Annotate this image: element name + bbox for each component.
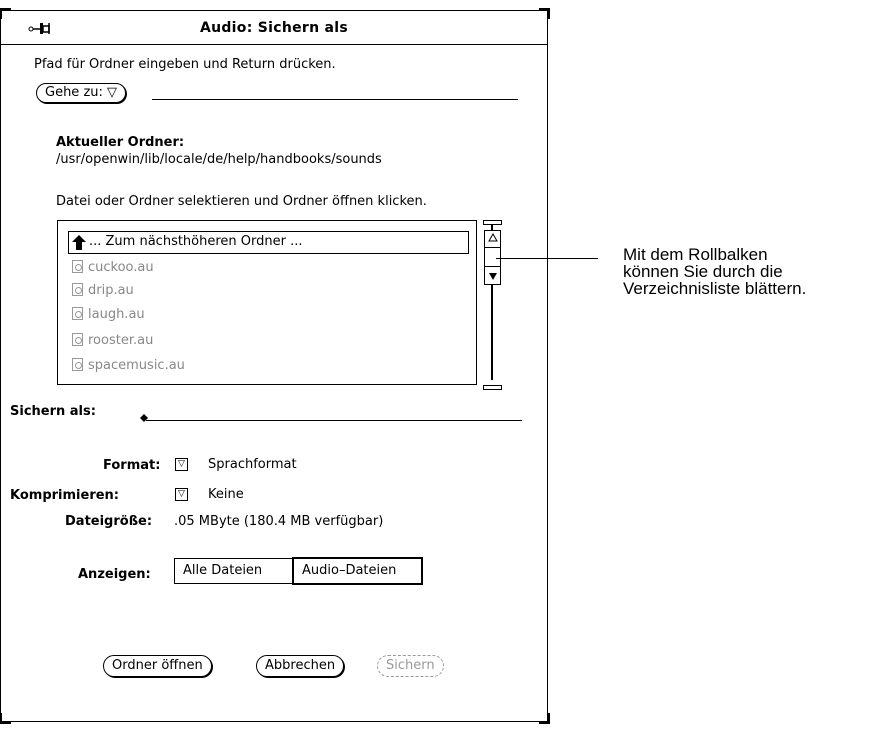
- list-item[interactable]: rooster.au: [72, 333, 153, 348]
- compress-menu-button[interactable]: ▽: [175, 488, 188, 501]
- save-as-input[interactable]: [146, 420, 522, 421]
- compress-value: Keine: [208, 487, 244, 502]
- window-corner-br: [539, 713, 550, 724]
- audio-file-icon: [72, 333, 83, 346]
- callout-leader-line: [496, 258, 598, 259]
- file-name: cuckoo.au: [88, 260, 154, 275]
- current-folder-label: Aktueller Ordner:: [56, 135, 185, 150]
- compress-label: Komprimieren:: [10, 488, 119, 503]
- window-title: Audio: Sichern als: [199, 20, 349, 36]
- list-item[interactable]: laugh.au: [72, 307, 145, 322]
- callout-line: Verzeichnisliste blättern.: [623, 279, 807, 298]
- save-button[interactable]: Sichern: [377, 655, 444, 677]
- format-label: Format:: [103, 458, 161, 473]
- filesize-label: Dateigröße:: [65, 514, 153, 529]
- audio-file-icon: [72, 283, 83, 296]
- filesize-value: .05 MByte (180.4 MB verfügbar): [174, 514, 384, 529]
- audio-file-icon: [72, 260, 83, 273]
- up-arrow-icon: [72, 235, 86, 250]
- goto-path-input[interactable]: [152, 99, 518, 100]
- file-name: laugh.au: [88, 307, 145, 322]
- file-name: drip.au: [88, 283, 134, 298]
- list-instruction: Datei oder Ordner selektieren und Ordner…: [56, 194, 427, 209]
- list-item[interactable]: cuckoo.au: [72, 260, 154, 275]
- window-corner-bl: [0, 713, 11, 724]
- show-label: Anzeigen:: [78, 567, 151, 582]
- parent-folder-label: ... Zum nächsthöheren Ordner ...: [89, 234, 303, 249]
- list-item[interactable]: spacemusic.au: [72, 358, 185, 373]
- list-item[interactable]: drip.au: [72, 283, 134, 298]
- format-menu-button[interactable]: ▽: [175, 458, 188, 471]
- scrollbar-bottom-cable-anchor[interactable]: [483, 385, 502, 390]
- goto-menu-button[interactable]: Gehe zu: ▽: [36, 83, 127, 103]
- audio-file-icon: [72, 307, 83, 320]
- scroll-up-icon[interactable]: [488, 233, 498, 243]
- file-name: spacemusic.au: [88, 358, 185, 373]
- callout-line: können Sie durch die: [623, 262, 783, 281]
- path-instruction: Pfad für Ordner eingeben und Return drüc…: [34, 57, 336, 72]
- list-item-parent-folder[interactable]: ... Zum nächsthöheren Ordner ...: [68, 231, 469, 254]
- cancel-button[interactable]: Abbrechen: [256, 655, 345, 677]
- save-as-label: Sichern als:: [10, 404, 96, 419]
- show-option-audio-files[interactable]: Audio–Dateien: [292, 557, 423, 585]
- callout-text: Mit dem Rollbalken können Sie durch die …: [623, 246, 806, 297]
- callout-line: Mit dem Rollbalken: [623, 245, 768, 264]
- current-folder-path: /usr/openwin/lib/locale/de/help/handbook…: [56, 152, 382, 167]
- format-value: Sprachformat: [208, 457, 297, 472]
- scroll-down-icon[interactable]: [488, 271, 498, 281]
- audio-file-icon: [72, 358, 83, 371]
- file-name: rooster.au: [88, 333, 154, 348]
- show-option-all-files[interactable]: Alle Dateien: [174, 558, 293, 584]
- open-folder-button[interactable]: Ordner öffnen: [103, 655, 212, 677]
